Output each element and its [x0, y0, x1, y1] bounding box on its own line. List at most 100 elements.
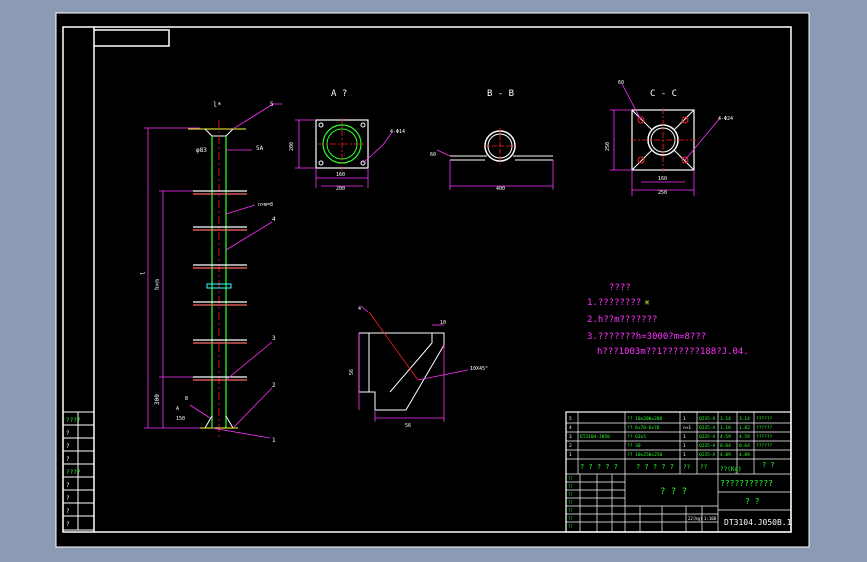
bom-cell-w1: 1.10 — [720, 425, 731, 431]
svg-text:56: 56 — [349, 369, 355, 375]
svg-text:3: 3 — [272, 335, 276, 342]
svg-text:160: 160 — [658, 176, 667, 182]
bom-cell-mat: Q235-A — [699, 452, 716, 458]
bom-cell-w1: 4.89 — [720, 452, 731, 458]
bom-cell-w2: 4.89 — [739, 452, 750, 458]
strip-label-3: ? — [66, 456, 70, 463]
svg-text:10X45°: 10X45° — [470, 366, 488, 372]
strip-label-2: ? — [66, 443, 70, 450]
svg-text:??: ?? — [568, 484, 573, 489]
strip-label-7: ? — [66, 508, 70, 515]
bom-cell-note: ?????? — [756, 416, 773, 422]
svg-text:400: 400 — [496, 186, 505, 192]
notes-line-3: 3.???????h=3000?m=8??? — [587, 332, 706, 342]
bom-cell-code: DT3104-J050 — [580, 434, 610, 440]
svg-text:n×m=8: n×m=8 — [258, 202, 273, 208]
bom-cell-w2: 4.59 — [739, 434, 750, 440]
svg-text:1: 1 — [272, 437, 276, 444]
scale-label: ??(Kg) — [720, 466, 742, 473]
svg-text:60: 60 — [618, 80, 624, 86]
bom-cell-w2: 1.82 — [739, 425, 750, 431]
part-name: ? ? ? — [660, 487, 687, 497]
svg-text:2: 2 — [272, 382, 276, 389]
svg-text:l*: l* — [213, 101, 221, 109]
svg-text:⌘: ⌘ — [645, 299, 649, 307]
bom-cell-mat: Q235-A — [699, 425, 716, 431]
svg-text:??: ?? — [568, 516, 573, 521]
bom-cell-mat: Q235-A — [699, 443, 716, 449]
bom-cell-w2: 0.64 — [739, 443, 750, 449]
bom-cell-w1: 3.14 — [720, 416, 731, 422]
bom-cell-no: 3 — [569, 434, 572, 440]
bom-cell-qty: 1 — [683, 416, 686, 422]
bom-cell-qty: 1 — [683, 452, 686, 458]
strip-label-1: ? — [66, 430, 70, 437]
bom-cell-no: 4 — [569, 425, 572, 431]
svg-text:4: 4 — [272, 216, 276, 223]
svg-text:4-Φ24: 4-Φ24 — [718, 116, 733, 122]
bom-cell-name: ?? 63x5 — [627, 434, 646, 440]
bom-cell-qty: 1 — [683, 443, 686, 449]
unit-name: ? ? — [745, 497, 760, 506]
svg-text:250: 250 — [605, 142, 611, 151]
strip-label-8: ? — [66, 521, 70, 528]
bom-cell-no: 1 — [569, 452, 572, 458]
svg-text:10: 10 — [440, 320, 446, 326]
svg-text:??: ?? — [568, 476, 573, 481]
notes-line-2: 2.h??m??????? — [587, 315, 657, 325]
svg-text:250: 250 — [658, 190, 667, 196]
svg-text:4: 4 — [358, 306, 361, 312]
svg-text:200: 200 — [289, 142, 295, 151]
notes-heading: ???? — [609, 283, 631, 293]
drawing-sheet — [55, 12, 810, 548]
bom-cell-w1: 4.59 — [720, 434, 731, 440]
svg-text:??: ?? — [568, 508, 573, 513]
bom-cell-name: ?? 30 — [627, 443, 641, 449]
strip-label-4: ???? — [66, 469, 81, 476]
svg-text:22(kg): 22(kg) — [688, 516, 702, 521]
bom-cell-name: ?? 6x70-6x70 — [627, 425, 660, 431]
svg-text:??: ?? — [568, 500, 573, 505]
strip-label-0: ???? — [66, 417, 81, 424]
strip-label-5: ? — [66, 482, 70, 489]
svg-text:200: 200 — [336, 186, 345, 192]
svg-text:??: ?? — [700, 464, 708, 471]
drawing-canvas: ???? ? ? ? ???? ? ? ? ? l* 5 5A φ83 n×m=… — [55, 12, 810, 548]
svg-text:B: B — [185, 396, 188, 402]
bom-cell-note: ?????? — [756, 443, 773, 449]
footer-left: ? ? ? ? ? — [580, 463, 618, 471]
strip-label-6: ? — [66, 495, 70, 502]
svg-text:56: 56 — [405, 423, 411, 429]
svg-text:h×m: h×m — [154, 279, 161, 290]
svg-text:??: ?? — [568, 524, 573, 529]
svg-text:150: 150 — [176, 416, 185, 422]
project-name: ??????????? — [720, 479, 773, 488]
bom-cell-mat: Q235-A — [699, 434, 716, 440]
bom-cell-mat: Q235-A — [699, 416, 716, 422]
notes-line-4: h???1003m??1???????188?J.04. — [597, 347, 749, 357]
bom-cell-name: ?? 10x200x200 — [627, 416, 663, 422]
view-a-title: A ? — [331, 89, 347, 99]
footer-mid: ? ? ? ? ? — [636, 463, 674, 471]
svg-text:5: 5 — [270, 101, 274, 108]
svg-text:l: l — [140, 271, 147, 275]
bom-cell-no: 2 — [569, 443, 572, 449]
bom-cell-note: ?????? — [756, 434, 773, 440]
bom-cell-w2: 3.14 — [739, 416, 750, 422]
svg-text:A: A — [176, 406, 179, 412]
svg-text:??: ?? — [683, 464, 691, 471]
scale-value: ? ? — [762, 461, 775, 469]
svg-text:4-Φ14: 4-Φ14 — [390, 129, 405, 135]
svg-text:300: 300 — [154, 394, 161, 405]
svg-text:60: 60 — [430, 152, 436, 158]
drawing-number: DT3104.J050B.1 — [724, 518, 792, 527]
svg-text:5A: 5A — [256, 145, 264, 152]
bom-cell-no: 5 — [569, 416, 572, 422]
bom-cell-qty: 1 — [683, 434, 686, 440]
svg-text:1:100: 1:100 — [704, 516, 717, 521]
svg-text:160: 160 — [336, 172, 345, 178]
bom-cell-name: ?? 10x250x250 — [627, 452, 663, 458]
bom-cell-note: ?????? — [756, 425, 773, 431]
svg-text:??: ?? — [568, 492, 573, 497]
view-c-title: C - C — [650, 89, 677, 99]
